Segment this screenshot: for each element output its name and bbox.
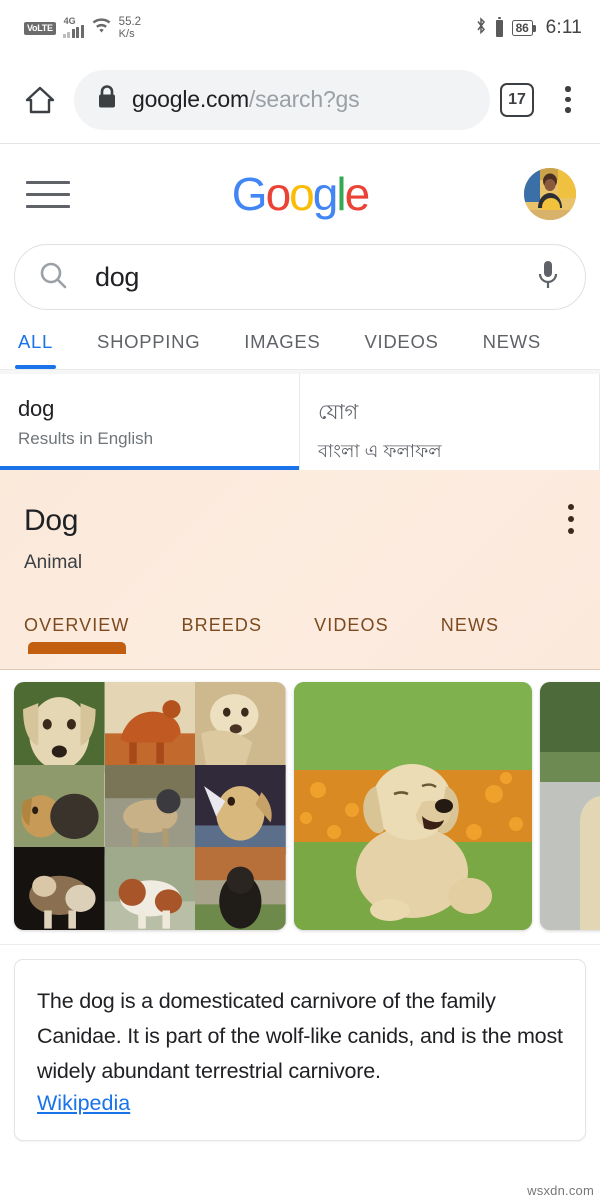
- language-card-title: যোগ: [318, 401, 359, 424]
- language-card-bengali[interactable]: যোগ বাংলা এ ফলাফল: [300, 374, 600, 470]
- url-bar[interactable]: google.com/search?gs: [74, 69, 490, 130]
- description-text: The dog is a domesticated carnivore of t…: [37, 989, 563, 1083]
- microphone-icon[interactable]: [533, 258, 563, 297]
- status-bar-clock: 6:11: [545, 17, 582, 38]
- search-box[interactable]: dog: [14, 244, 586, 310]
- lock-icon: [96, 84, 118, 115]
- wikipedia-link[interactable]: Wikipedia: [37, 1091, 130, 1116]
- signal-bars-icon: 4G: [62, 16, 84, 38]
- google-header: Google: [0, 144, 600, 244]
- status-bar: VoLTE 4G 55.2 K/s 86 6:11: [0, 0, 600, 56]
- kp-tab-videos[interactable]: VIDEOS: [314, 615, 389, 650]
- dog-on-path[interactable]: [540, 682, 600, 930]
- language-results-row: dog Results in English যোগ বাংলা এ ফলাফল: [0, 370, 600, 470]
- search-nav-tabs: ALL SHOPPING IMAGES VIDEOS NEWS: [0, 310, 600, 370]
- knowledge-panel-tabs: OVERVIEW BREEDS VIDEOS NEWS: [24, 604, 576, 654]
- watermark: wsxdn.com: [527, 1183, 594, 1198]
- knowledge-panel-title: Dog: [24, 504, 79, 537]
- data-speed: 55.2 K/s: [119, 16, 141, 40]
- hamburger-icon[interactable]: [26, 174, 72, 214]
- dog-breeds-collage[interactable]: [14, 682, 286, 930]
- browser-toolbar: google.com/search?gs 17: [0, 56, 600, 144]
- logo-letter: G: [231, 168, 268, 220]
- tab-shopping[interactable]: SHOPPING: [97, 331, 200, 369]
- tab-news[interactable]: NEWS: [483, 331, 541, 369]
- url-domain: google.com: [132, 86, 249, 112]
- language-card-english[interactable]: dog Results in English: [0, 374, 300, 470]
- status-bar-right: 86 6:11: [475, 16, 582, 40]
- tab-counter-button[interactable]: 17: [500, 82, 534, 117]
- logo-letter: e: [344, 168, 371, 220]
- volte-badge: VoLTE: [24, 21, 56, 35]
- kp-tab-news[interactable]: NEWS: [441, 615, 499, 650]
- search-input[interactable]: dog: [95, 262, 533, 293]
- language-card-subtitle: বাংলা এ ফলাফল: [318, 441, 442, 461]
- bluetooth-icon: [475, 16, 487, 40]
- golden-retriever-puppy[interactable]: [294, 682, 532, 930]
- url-path: /search?gs: [248, 86, 360, 112]
- logo-letter: o: [289, 168, 315, 220]
- battery-icon: [495, 17, 503, 37]
- logo-letter: o: [265, 168, 292, 220]
- tab-images[interactable]: IMAGES: [244, 331, 320, 369]
- data-speed-value: 55.2: [118, 16, 142, 28]
- logo-letter: l: [336, 168, 346, 220]
- browser-menu-icon[interactable]: [548, 77, 588, 123]
- search-box-container: dog: [0, 244, 600, 310]
- description-card: The dog is a domesticated carnivore of t…: [14, 959, 586, 1141]
- knowledge-panel: Dog Animal OVERVIEW BREEDS VIDEOS NEWS: [0, 470, 600, 670]
- kp-tab-breeds[interactable]: BREEDS: [182, 615, 263, 650]
- logo-letter: g: [312, 168, 339, 220]
- knowledge-panel-divider: [0, 669, 600, 670]
- kp-tab-overview[interactable]: OVERVIEW: [24, 615, 130, 654]
- image-carousel[interactable]: [0, 670, 600, 945]
- language-card-subtitle: Results in English: [18, 429, 154, 448]
- tab-all[interactable]: ALL: [14, 331, 57, 369]
- status-bar-left: VoLTE 4G 55.2 K/s: [24, 16, 141, 40]
- google-logo[interactable]: Google: [231, 167, 371, 221]
- knowledge-panel-subtitle: Animal: [24, 552, 83, 573]
- language-card-title: dog: [18, 396, 55, 421]
- battery-percent-badge: 86: [511, 20, 536, 36]
- data-speed-unit: K/s: [118, 28, 135, 40]
- wifi-icon: [91, 17, 112, 39]
- phone-screen: VoLTE 4G 55.2 K/s 86 6:11 google.com/sea…: [0, 0, 600, 1202]
- search-icon: [37, 259, 69, 296]
- knowledge-panel-menu-icon[interactable]: [568, 504, 574, 534]
- network-type-label: 4G: [63, 16, 76, 26]
- avatar[interactable]: [524, 168, 576, 220]
- tab-videos[interactable]: VIDEOS: [364, 331, 438, 369]
- home-icon[interactable]: [14, 74, 66, 126]
- url-text: google.com/search?gs: [132, 86, 359, 113]
